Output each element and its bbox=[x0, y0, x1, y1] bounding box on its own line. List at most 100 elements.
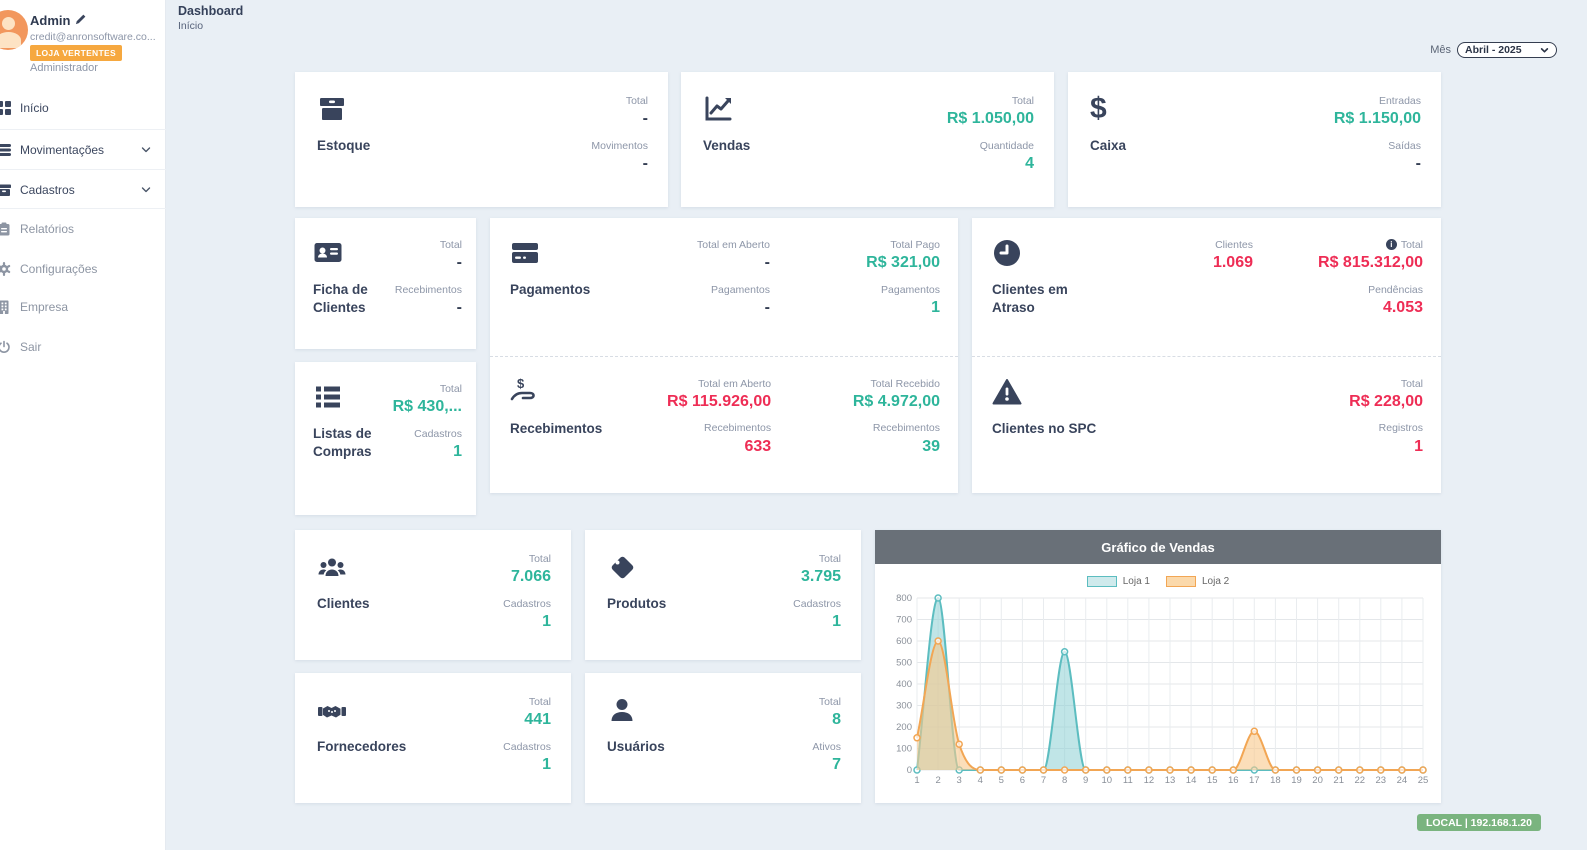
stat-label: Entradas bbox=[1334, 94, 1421, 108]
svg-text:100: 100 bbox=[896, 744, 912, 755]
stat-label: Total bbox=[1253, 377, 1423, 391]
stat-label: Ativos bbox=[812, 740, 841, 754]
legend-item-loja2[interactable]: Loja 2 bbox=[1166, 576, 1229, 587]
sidebar-item-label: Cadastros bbox=[20, 183, 75, 197]
stat-label: Recebimentos bbox=[395, 283, 462, 297]
user-icon bbox=[607, 695, 637, 725]
stat-label: Total em Aberto bbox=[602, 377, 771, 391]
svg-text:800: 800 bbox=[896, 593, 912, 604]
svg-text:22: 22 bbox=[1355, 775, 1366, 786]
svg-text:5: 5 bbox=[999, 775, 1004, 786]
grid-icon bbox=[0, 101, 11, 115]
card-usuarios[interactable]: Usuários Total 8 Ativos 7 bbox=[585, 673, 861, 803]
stat-label: Registros bbox=[1253, 421, 1423, 435]
card-produtos[interactable]: Produtos Total 3.795 Cadastros 1 bbox=[585, 530, 861, 660]
svg-text:400: 400 bbox=[896, 679, 912, 690]
edit-pencil-icon[interactable] bbox=[75, 13, 86, 28]
card-title: Caixa bbox=[1090, 137, 1126, 155]
sidebar-item-movimentacoes[interactable]: Movimentações bbox=[0, 129, 166, 169]
stat-label: Clientes bbox=[1103, 238, 1253, 252]
sidebar: Admin credit@anronsoftware.co... LOJA VE… bbox=[0, 0, 166, 850]
stat-label: Recebimentos bbox=[602, 421, 771, 435]
sidebar-item-inicio[interactable]: Início bbox=[0, 97, 166, 119]
breadcrumb: Início bbox=[178, 20, 203, 32]
chevron-down-icon bbox=[140, 144, 152, 156]
card-fornecedores[interactable]: Fornecedores Total 441 Cadastros 1 bbox=[295, 673, 571, 803]
svg-text:3: 3 bbox=[957, 775, 962, 786]
stat-label: Total bbox=[503, 695, 551, 709]
stat-value: R$ 321,00 bbox=[770, 253, 940, 274]
card-title: Pagamentos bbox=[510, 281, 590, 299]
page-title: Dashboard bbox=[178, 4, 243, 18]
stat-value: - bbox=[591, 154, 648, 175]
sidebar-item-label: Empresa bbox=[20, 300, 68, 314]
stat-label: Total em Aberto bbox=[600, 238, 770, 252]
stat-label: Total bbox=[395, 238, 462, 252]
stat-value: R$ 1.050,00 bbox=[947, 109, 1034, 130]
month-select[interactable]: Abril - 2025 bbox=[1457, 42, 1557, 58]
stat-label: Total bbox=[393, 382, 462, 396]
stat-label: Pagamentos bbox=[600, 283, 770, 297]
sidebar-item-configuracoes[interactable]: Configurações bbox=[0, 258, 166, 280]
stat-value: R$ 115.926,00 bbox=[602, 392, 771, 413]
sidebar-item-cadastros[interactable]: Cadastros bbox=[0, 169, 166, 209]
sidebar-item-relatorios[interactable]: Relatórios bbox=[0, 218, 166, 240]
power-icon bbox=[0, 340, 11, 354]
stat-value: 3.795 bbox=[793, 567, 841, 588]
chart-title: Gráfico de Vendas bbox=[875, 530, 1441, 564]
stat-value: - bbox=[395, 298, 462, 319]
stat-value: R$ 815.312,00 bbox=[1253, 253, 1423, 274]
legend-swatch-loja1 bbox=[1087, 576, 1117, 587]
month-select-value: Abril - 2025 bbox=[1465, 44, 1522, 56]
user-email: credit@anronsoftware.co... bbox=[30, 31, 160, 43]
svg-text:10: 10 bbox=[1102, 775, 1113, 786]
card-caixa[interactable]: Caixa Entradas R$ 1.150,00 Saídas - bbox=[1068, 72, 1441, 207]
chevron-down-icon bbox=[1540, 46, 1549, 55]
stat-label: Cadastros bbox=[393, 427, 462, 441]
stat-value: 1 bbox=[770, 298, 940, 319]
box-icon bbox=[317, 94, 347, 124]
hand-dollar-icon: $ bbox=[510, 377, 540, 407]
stat-label: Movimentos bbox=[591, 139, 648, 153]
svg-text:15: 15 bbox=[1207, 775, 1218, 786]
svg-text:1: 1 bbox=[914, 775, 919, 786]
svg-text:17: 17 bbox=[1249, 775, 1260, 786]
svg-text:300: 300 bbox=[896, 701, 912, 712]
card-clientes[interactable]: Clientes Total 7.066 Cadastros 1 bbox=[295, 530, 571, 660]
stat-label: Saídas bbox=[1334, 139, 1421, 153]
list-icon bbox=[313, 382, 343, 412]
svg-text:4: 4 bbox=[978, 775, 983, 786]
svg-text:21: 21 bbox=[1333, 775, 1344, 786]
stat-label: Pagamentos bbox=[770, 283, 940, 297]
sidebar-item-sair[interactable]: Sair bbox=[0, 336, 166, 358]
card-title: Clientes em Atraso bbox=[992, 281, 1103, 317]
svg-text:200: 200 bbox=[896, 722, 912, 733]
sidebar-item-label: Sair bbox=[20, 340, 41, 354]
card-ficha-clientes[interactable]: Ficha de Clientes Total - Recebimentos - bbox=[295, 218, 476, 349]
user-role: Administrador bbox=[30, 62, 98, 74]
svg-text:23: 23 bbox=[1376, 775, 1387, 786]
card-grafico-vendas: Gráfico de Vendas Loja 1 Loja 2 01002003… bbox=[875, 530, 1441, 803]
card-atraso-spc[interactable]: Clientes em Atraso Clientes 1.069 Total … bbox=[972, 218, 1441, 493]
stat-value: 4 bbox=[947, 154, 1034, 175]
svg-text:13: 13 bbox=[1165, 775, 1176, 786]
card-estoque[interactable]: Estoque Total - Movimentos - bbox=[295, 72, 668, 207]
stat-label: Total bbox=[812, 695, 841, 709]
legend-label: Loja 2 bbox=[1202, 576, 1229, 587]
card-title: Vendas bbox=[703, 137, 750, 155]
card-vendas[interactable]: Vendas Total R$ 1.050,00 Quantidade 4 bbox=[681, 72, 1054, 207]
svg-text:7: 7 bbox=[1041, 775, 1046, 786]
stat-value: 1 bbox=[1253, 437, 1423, 458]
card-pagamentos-recebimentos[interactable]: Pagamentos Total em Aberto - Pagamentos … bbox=[490, 218, 958, 493]
card-listas-compras[interactable]: Listas de Compras Total R$ 430,... Cadas… bbox=[295, 362, 476, 515]
info-icon[interactable] bbox=[1386, 239, 1397, 250]
legend-item-loja1[interactable]: Loja 1 bbox=[1087, 576, 1150, 587]
stat-label: Cadastros bbox=[793, 597, 841, 611]
sales-chart-svg: 0100200300400500600700800123456789101112… bbox=[883, 590, 1431, 792]
stat-label: Recebimentos bbox=[771, 421, 940, 435]
sidebar-item-empresa[interactable]: Empresa bbox=[0, 296, 166, 318]
section-clientes-spc: Clientes no SPC Total R$ 228,00 Registro… bbox=[972, 356, 1441, 494]
card-title: Ficha de Clientes bbox=[313, 281, 375, 317]
stat-value: R$ 430,... bbox=[393, 397, 462, 418]
stat-value: 1 bbox=[393, 442, 462, 463]
